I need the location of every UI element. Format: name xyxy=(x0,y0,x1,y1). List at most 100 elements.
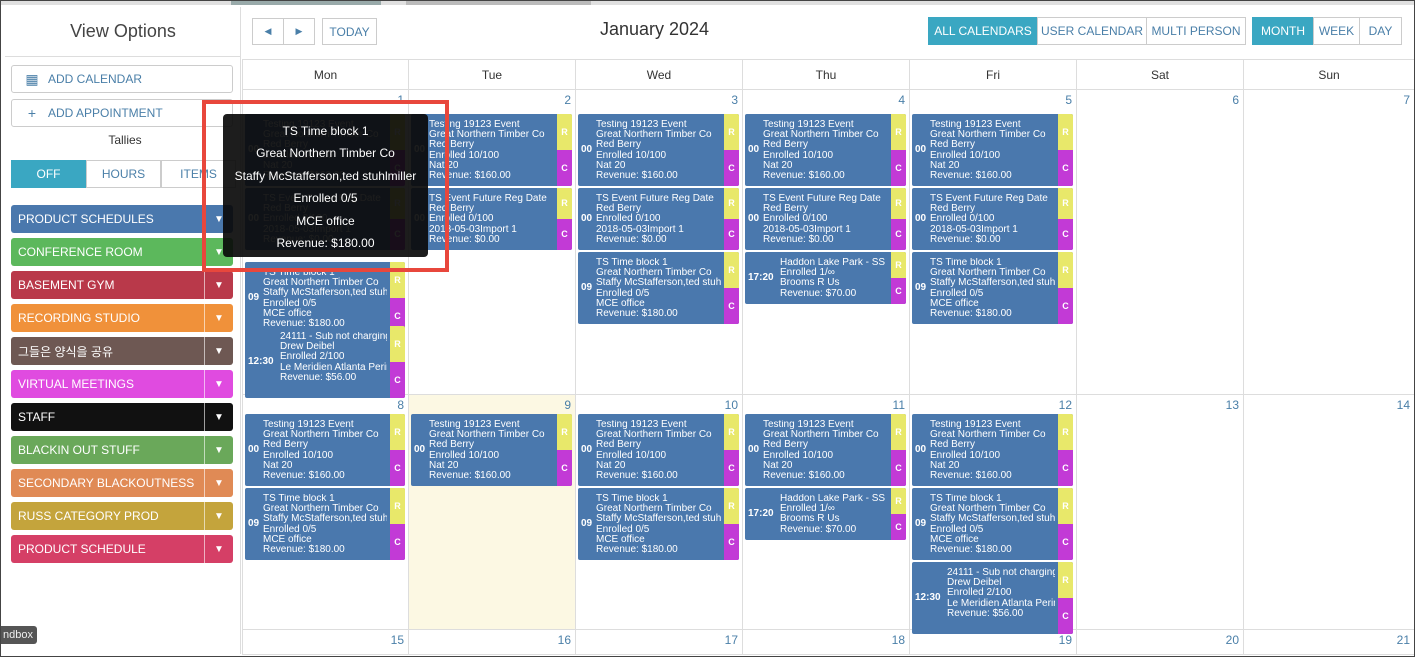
day-cell[interactable]: 18 xyxy=(742,630,909,655)
event-testing[interactable]: 00Testing 19123 EventGreat Northern Timb… xyxy=(578,114,739,186)
day-cell[interactable]: 17 xyxy=(575,630,742,655)
day-number[interactable]: 21 xyxy=(1397,633,1410,647)
event-c-tag[interactable]: C xyxy=(891,278,906,304)
event-sub[interactable]: 12:30 24111 - Sub not charging Drew Deibel… xyxy=(912,562,1073,634)
event-r-tag[interactable]: R xyxy=(724,114,739,150)
event-c-tag[interactable]: C xyxy=(1058,598,1073,634)
prev-month-button[interactable]: ◀ xyxy=(252,18,284,45)
add-calendar-button[interactable]: ▦ ADD CALENDAR xyxy=(11,65,233,93)
event-r-tag[interactable]: R xyxy=(724,188,739,219)
event-haddon[interactable]: 17:20 Haddon Lake Park - SS GrouEnrolled … xyxy=(745,488,906,540)
day-view-button[interactable]: DAY xyxy=(1359,17,1402,45)
chevron-down-icon[interactable]: ▼ xyxy=(204,370,233,398)
event-block[interactable]: 09 TS Time block 1 Great Northern Timber C… xyxy=(245,262,405,334)
chevron-down-icon[interactable]: ▼ xyxy=(204,535,233,563)
day-cell[interactable]: 13 xyxy=(1076,395,1243,630)
event-block[interactable]: 09 TS Time block 1 Great Northern Timber C… xyxy=(912,488,1073,560)
event-r-tag[interactable]: R xyxy=(390,414,405,450)
event-r-tag[interactable]: R xyxy=(891,188,906,219)
event-r-tag[interactable]: R xyxy=(1058,414,1073,450)
event-c-tag[interactable]: C xyxy=(724,524,739,560)
event-r-tag[interactable]: R xyxy=(557,188,572,219)
event-r-tag[interactable]: R xyxy=(390,488,405,524)
today-button[interactable]: TODAY xyxy=(322,18,377,45)
day-number[interactable]: 2 xyxy=(564,93,571,107)
day-number[interactable]: 13 xyxy=(1226,398,1239,412)
event-r-tag[interactable]: R xyxy=(1058,114,1073,150)
chevron-down-icon[interactable]: ▼ xyxy=(204,436,233,464)
event-r-tag[interactable]: R xyxy=(891,488,906,514)
day-number[interactable]: 11 xyxy=(893,398,905,412)
event-c-tag[interactable]: C xyxy=(1058,219,1073,250)
event-c-tag[interactable]: C xyxy=(1058,150,1073,186)
category-item[interactable]: PRODUCT SCHEDULE ▼ xyxy=(11,535,233,563)
event-c-tag[interactable]: C xyxy=(891,450,906,486)
event-block[interactable]: 09 TS Time block 1 Great Northern Timber C… xyxy=(245,488,405,560)
day-cell[interactable]: 7 xyxy=(1243,90,1414,395)
event-r-tag[interactable]: R xyxy=(557,414,572,450)
event-future[interactable]: 00TS Event Future Reg DateRed BerryEnrol… xyxy=(912,188,1073,250)
event-c-tag[interactable]: C xyxy=(891,150,906,186)
event-future[interactable]: 00TS Event Future Reg DateRed BerryEnrol… xyxy=(745,188,906,250)
event-haddon[interactable]: 17:20 Haddon Lake Park - SS GrouEnrolled … xyxy=(745,252,906,304)
event-block[interactable]: 09 TS Time block 1 Great Northern Timber C… xyxy=(578,488,739,560)
day-cell[interactable]: 21 xyxy=(1243,630,1414,655)
category-item[interactable]: BASEMENT GYM ▼ xyxy=(11,271,233,299)
week-view-button[interactable]: WEEK xyxy=(1313,17,1360,45)
day-number[interactable]: 8 xyxy=(397,398,404,412)
next-month-button[interactable]: ▶ xyxy=(283,18,315,45)
event-c-tag[interactable]: C xyxy=(891,219,906,250)
day-number[interactable]: 5 xyxy=(1065,93,1072,107)
day-number[interactable]: 17 xyxy=(725,633,738,647)
chevron-down-icon[interactable]: ▼ xyxy=(204,469,233,497)
tallies-off-button[interactable]: OFF xyxy=(11,160,86,188)
event-c-tag[interactable]: C xyxy=(891,514,906,540)
event-r-tag[interactable]: R xyxy=(724,488,739,524)
event-c-tag[interactable]: C xyxy=(724,288,739,324)
event-testing[interactable]: 00Testing 19123 EventGreat Northern Timb… xyxy=(745,114,906,186)
day-number[interactable]: 19 xyxy=(1059,633,1072,647)
category-item[interactable]: 그들은 양식을 공유 ▼ xyxy=(11,337,233,365)
day-cell[interactable]: 14 xyxy=(1243,395,1414,630)
day-number[interactable]: 12 xyxy=(1059,398,1072,412)
category-item[interactable]: VIRTUAL MEETINGS ▼ xyxy=(11,370,233,398)
event-r-tag[interactable]: R xyxy=(724,252,739,288)
category-item[interactable]: SECONDARY BLACKOUTNESS ▼ xyxy=(11,469,233,497)
chevron-down-icon[interactable]: ▼ xyxy=(204,502,233,530)
event-future[interactable]: 00TS Event Future Reg DateRed BerryEnrol… xyxy=(578,188,739,250)
month-view-button[interactable]: MONTH xyxy=(1252,17,1314,45)
category-item[interactable]: PRODUCT SCHEDULES ▼ xyxy=(11,205,233,233)
event-testing[interactable]: 00Testing 19123 EventGreat Northern Timb… xyxy=(745,414,906,486)
event-c-tag[interactable]: C xyxy=(390,450,405,486)
event-r-tag[interactable]: R xyxy=(1058,488,1073,524)
event-c-tag[interactable]: C xyxy=(557,219,572,250)
event-c-tag[interactable]: C xyxy=(390,524,405,560)
all-calendars-button[interactable]: ALL CALENDARS xyxy=(928,17,1038,45)
event-r-tag[interactable]: R xyxy=(891,252,906,278)
user-calendar-button[interactable]: USER CALENDAR xyxy=(1037,17,1147,45)
day-number[interactable]: 10 xyxy=(725,398,738,412)
event-r-tag[interactable]: R xyxy=(1058,188,1073,219)
event-testing[interactable]: 00Testing 19123 EventGreat Northern Timb… xyxy=(578,414,739,486)
day-number[interactable]: 15 xyxy=(391,633,404,647)
day-number[interactable]: 3 xyxy=(731,93,738,107)
day-number[interactable]: 20 xyxy=(1226,633,1239,647)
chevron-down-icon[interactable]: ▼ xyxy=(204,337,233,365)
event-sub[interactable]: 12:30 24111 - Sub not charging Drew Deibel… xyxy=(245,326,405,398)
day-number[interactable]: 4 xyxy=(898,93,905,107)
category-item[interactable]: STAFF ▼ xyxy=(11,403,233,431)
event-c-tag[interactable]: C xyxy=(724,450,739,486)
event-testing[interactable]: 00Testing 19123 EventGreat Northern Timb… xyxy=(912,114,1073,186)
chevron-down-icon[interactable]: ▼ xyxy=(204,403,233,431)
event-testing[interactable]: 00Testing 19123 EventGreat Northern Timb… xyxy=(245,414,405,486)
event-block[interactable]: 09 TS Time block 1 Great Northern Timber C… xyxy=(912,252,1073,324)
category-item[interactable]: BLACKIN OUT STUFF ▼ xyxy=(11,436,233,464)
multi-person-button[interactable]: MULTI PERSON xyxy=(1146,17,1246,45)
category-item[interactable]: CONFERENCE ROOM ▼ xyxy=(11,238,233,266)
day-cell[interactable]: 20 xyxy=(1076,630,1243,655)
day-number[interactable]: 16 xyxy=(558,633,571,647)
event-r-tag[interactable]: R xyxy=(557,114,572,150)
event-c-tag[interactable]: C xyxy=(724,150,739,186)
event-c-tag[interactable]: C xyxy=(724,219,739,250)
event-r-tag[interactable]: R xyxy=(1058,562,1073,598)
